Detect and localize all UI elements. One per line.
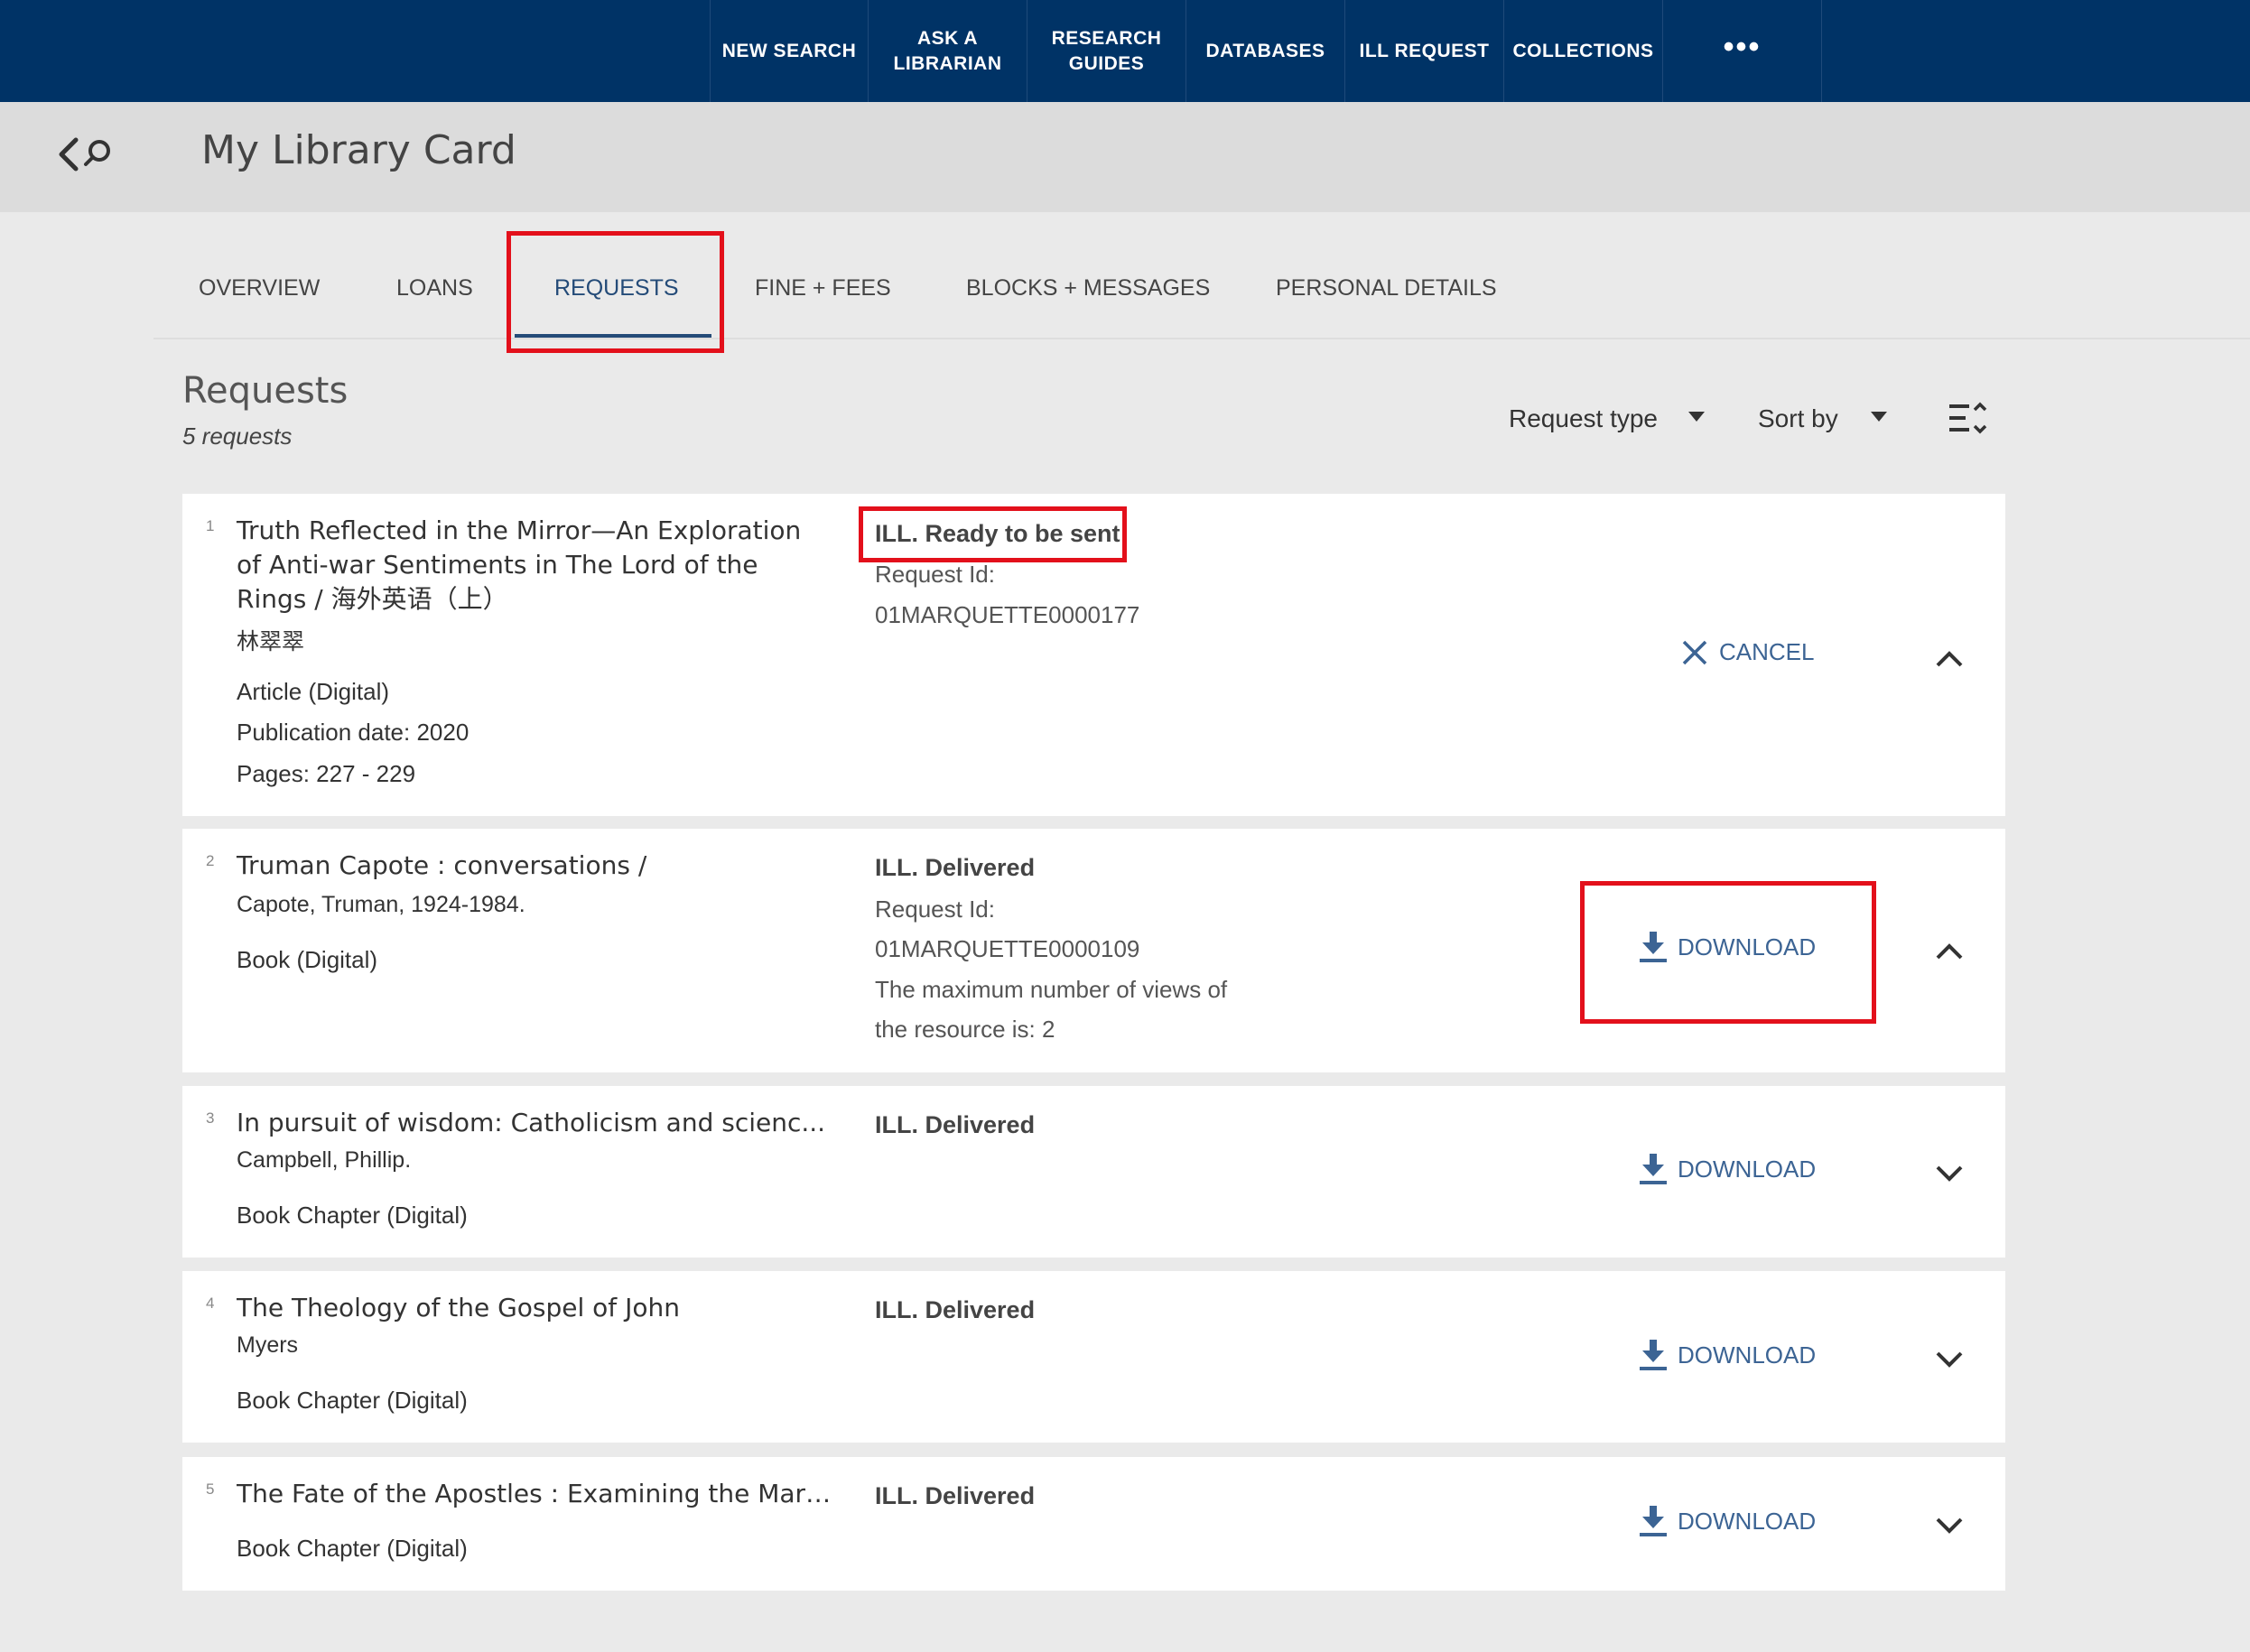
tab-fine-fees[interactable]: FINE + FEES <box>755 275 891 302</box>
requests-count: 5 requests <box>182 422 293 450</box>
request-id-label: Request Id: <box>875 896 995 923</box>
request-pages: Pages: 227 - 229 <box>237 760 416 787</box>
request-number: 3 <box>206 1109 215 1127</box>
download-button[interactable]: DOWNLOAD <box>1640 1154 1816 1184</box>
request-number: 5 <box>206 1480 215 1498</box>
tab-overview[interactable]: OVERVIEW <box>199 275 320 302</box>
download-button[interactable]: DOWNLOAD <box>1640 1340 1816 1370</box>
download-label: DOWNLOAD <box>1678 1341 1817 1369</box>
tabs-divider <box>153 338 2250 339</box>
back-to-search-icon[interactable] <box>56 131 116 181</box>
chevron-up-icon[interactable] <box>1934 649 1965 669</box>
request-type: Book (Digital) <box>237 946 378 973</box>
request-pub-date: Publication date: 2020 <box>237 719 470 746</box>
chevron-down-icon[interactable] <box>1934 1350 1965 1369</box>
nav-ask-a-librarian[interactable]: ASK A LIBRARIAN <box>869 0 1027 102</box>
request-id-label: Request Id: <box>875 561 995 588</box>
request-status: ILL. Delivered <box>875 1111 1036 1138</box>
view-limit-note: The maximum number of views of <box>875 976 1228 1003</box>
request-type-dropdown[interactable]: Request type <box>1509 404 1658 433</box>
sort-by-caret-icon[interactable] <box>1871 412 1887 422</box>
request-title[interactable]: The Theology of the Gospel of John <box>237 1291 832 1325</box>
highlight-box-status <box>859 506 1127 562</box>
request-title[interactable]: In pursuit of wisdom: Catholicism and sc… <box>237 1106 832 1140</box>
request-title[interactable]: Truman Capote : conversations / <box>237 849 832 883</box>
request-card-5: 5 The Fate of the Apostles : Examining t… <box>182 1457 2005 1591</box>
download-icon <box>1640 1154 1667 1184</box>
top-nav-bar: NEW SEARCH ASK A LIBRARIAN RESEARCH GUID… <box>0 0 2250 102</box>
download-label: DOWNLOAD <box>1678 1507 1817 1535</box>
chevron-up-icon[interactable] <box>1934 942 1965 961</box>
tab-blocks-messages[interactable]: BLOCKS + MESSAGES <box>966 275 1210 302</box>
highlight-box-requests-tab <box>507 231 724 353</box>
request-type: Book Chapter (Digital) <box>237 1387 468 1414</box>
request-author: 林翠翠 <box>237 629 305 654</box>
request-id-value: 01MARQUETTE0000177 <box>875 601 1140 628</box>
nav-research-guides[interactable]: RESEARCH GUIDES <box>1027 0 1186 102</box>
request-author: Campbell, Phillip. <box>237 1147 412 1173</box>
request-card-4: 4 The Theology of the Gospel of John Mye… <box>182 1271 2005 1443</box>
request-type-caret-icon[interactable] <box>1688 412 1705 422</box>
download-label: DOWNLOAD <box>1678 1155 1817 1183</box>
download-icon <box>1640 1340 1667 1370</box>
request-id-value: 01MARQUETTE0000109 <box>875 935 1140 962</box>
page-title: My Library Card <box>201 127 516 173</box>
request-number: 1 <box>206 517 215 534</box>
request-author: Capote, Truman, 1924-1984. <box>237 892 525 917</box>
expand-collapse-all-icon[interactable] <box>1948 401 1987 437</box>
download-icon <box>1640 1506 1667 1536</box>
request-type: Book Chapter (Digital) <box>237 1202 468 1229</box>
nav-collections[interactable]: COLLECTIONS <box>1504 0 1663 102</box>
request-author: Myers <box>237 1332 299 1358</box>
request-status: ILL. Delivered <box>875 854 1036 881</box>
nav-more-button[interactable]: ••• <box>1663 0 1822 102</box>
page-header: My Library Card <box>0 102 2250 212</box>
nav-ill-request[interactable]: ILL REQUEST <box>1345 0 1504 102</box>
request-type: Article (Digital) <box>237 678 390 705</box>
request-number: 2 <box>206 852 215 869</box>
requests-heading: Requests <box>182 370 349 412</box>
request-number: 4 <box>206 1295 215 1312</box>
sort-by-dropdown[interactable]: Sort by <box>1758 404 1838 433</box>
download-button[interactable]: DOWNLOAD <box>1640 1506 1816 1536</box>
request-status: ILL. Delivered <box>875 1296 1036 1323</box>
nav-databases[interactable]: DATABASES <box>1186 0 1345 102</box>
request-title[interactable]: The Fate of the Apostles : Examining the… <box>237 1477 832 1511</box>
view-limit-note-2: the resource is: 2 <box>875 1016 1055 1043</box>
request-card-3: 3 In pursuit of wisdom: Catholicism and … <box>182 1086 2005 1258</box>
cancel-button[interactable]: CANCEL <box>1681 638 1814 666</box>
close-icon <box>1682 640 1707 664</box>
nav-new-search[interactable]: NEW SEARCH <box>710 0 869 102</box>
highlight-box-download <box>1580 881 1876 1024</box>
cancel-label: CANCEL <box>1719 638 1815 665</box>
request-type: Book Chapter (Digital) <box>237 1535 468 1562</box>
main-nav: NEW SEARCH ASK A LIBRARIAN RESEARCH GUID… <box>710 0 1822 102</box>
request-title[interactable]: Truth Reflected in the Mirror—An Explora… <box>237 514 832 617</box>
tab-loans[interactable]: LOANS <box>396 275 473 302</box>
request-status: ILL. Delivered <box>875 1482 1036 1509</box>
chevron-down-icon[interactable] <box>1934 1164 1965 1183</box>
tab-personal-details[interactable]: PERSONAL DETAILS <box>1276 275 1497 302</box>
chevron-down-icon[interactable] <box>1934 1516 1965 1536</box>
